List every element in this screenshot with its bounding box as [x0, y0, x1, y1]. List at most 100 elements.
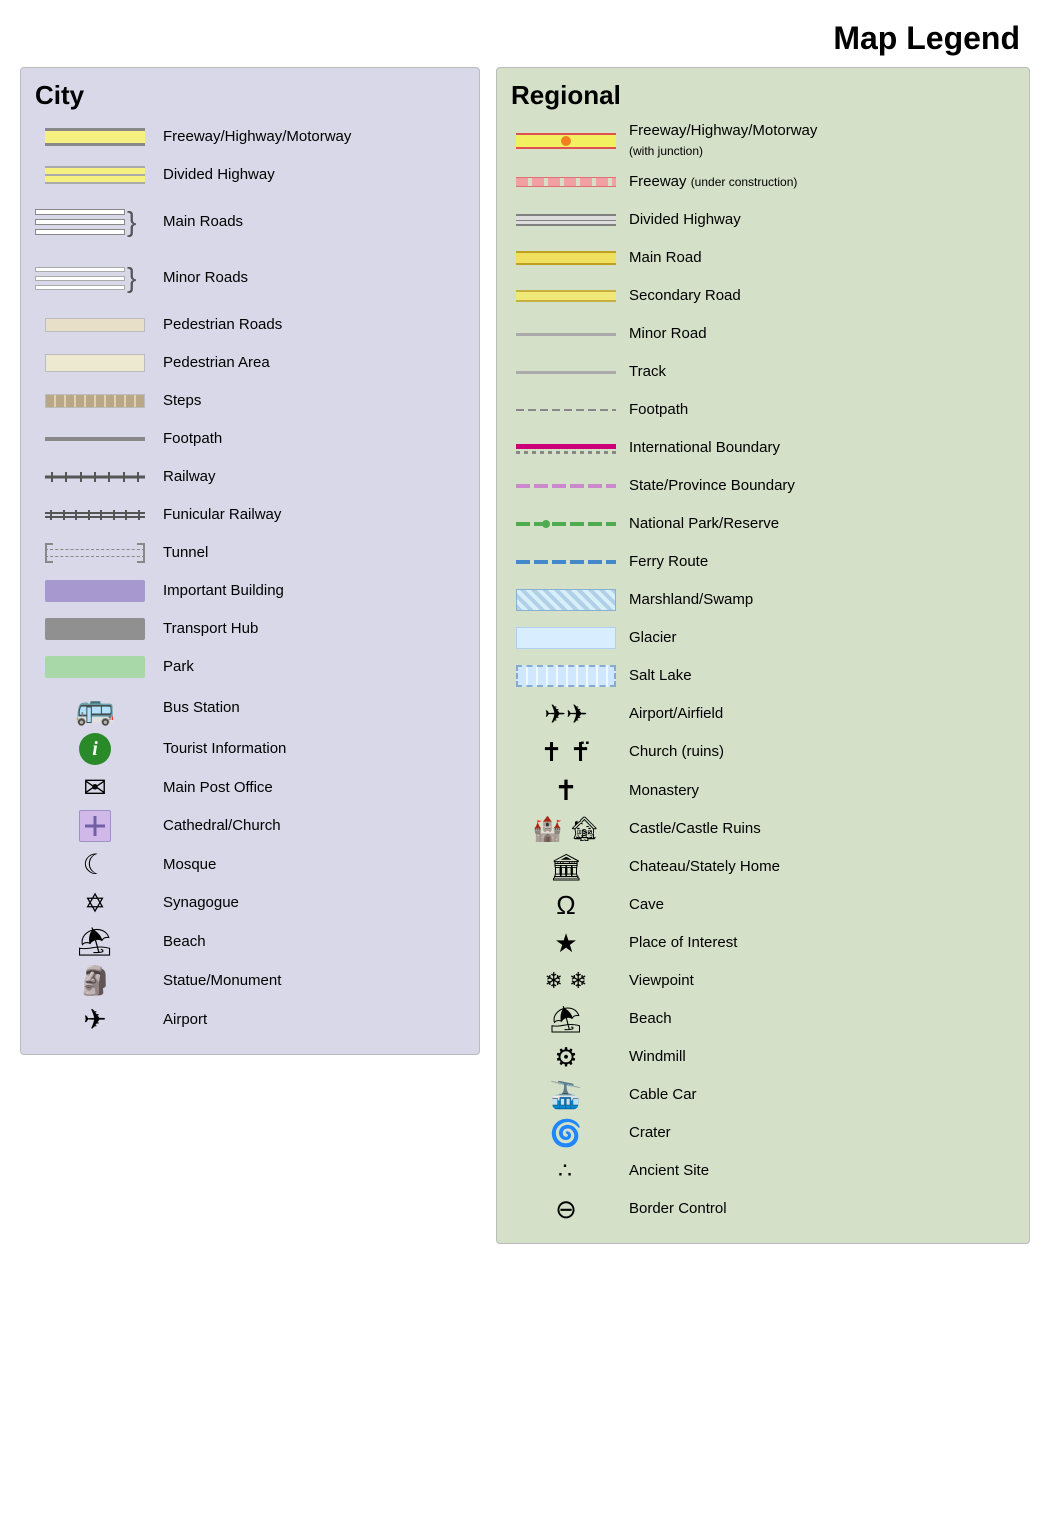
pedestrian-area-label: Pedestrian Area: [155, 353, 270, 373]
city-heading: City: [35, 80, 465, 111]
reg-beach-icon: ⛱: [549, 1004, 582, 1035]
bus-station-symbol: 🚌: [35, 689, 155, 727]
reg-minor-icon: [516, 333, 616, 336]
reg-airport-symbol: ✈✈: [511, 699, 621, 730]
railway-icon: [45, 472, 145, 482]
list-item: Glacier: [511, 622, 1015, 654]
minor-roads-symbol: }: [35, 264, 155, 292]
main-roads-lines: [35, 209, 125, 235]
list-item: 🗿 Statue/Monument: [35, 964, 465, 997]
reg-track-symbol: [511, 371, 621, 374]
reg-ferry-icon: [516, 560, 616, 564]
reg-marsh-icon: [516, 589, 616, 611]
ftick: [63, 510, 65, 520]
steps-label: Steps: [155, 391, 201, 411]
reg-marsh-symbol: [511, 589, 621, 611]
important-building-icon: [45, 580, 145, 602]
reg-natpark-icon: [516, 516, 616, 532]
list-item: Track: [511, 356, 1015, 388]
ftick: [113, 510, 115, 520]
list-item: ✝ Monastery: [511, 774, 1015, 807]
main-roads-label: Main Roads: [155, 212, 243, 232]
bus-station-label: Bus Station: [155, 698, 240, 718]
reg-border-symbol: ⊖: [511, 1194, 621, 1225]
reg-cablecar-label: Cable Car: [621, 1085, 697, 1105]
reg-intl-boundary-icon: [516, 442, 616, 454]
minor-roads-label: Minor Roads: [155, 268, 248, 288]
list-item: ✝ ✝̈ Church (ruins): [511, 736, 1015, 768]
page: Map Legend City Freeway/Highway/Motorway…: [0, 0, 1050, 1264]
ftick: [88, 510, 90, 520]
important-building-label: Important Building: [155, 581, 284, 601]
list-item: ☾ Mosque: [35, 848, 465, 881]
reg-chateau-label: Chateau/Stately Home: [621, 857, 780, 877]
ftick: [75, 510, 77, 520]
reg-track-label: Track: [621, 362, 666, 382]
list-item: Ferry Route: [511, 546, 1015, 578]
freeway-label: Freeway/Highway/Motorway: [155, 127, 351, 147]
main-road-line3: [35, 229, 125, 235]
statue-symbol: 🗿: [35, 964, 155, 997]
transport-hub-label: Transport Hub: [155, 619, 258, 639]
divided-road-icon: [45, 166, 145, 184]
railway-ticks: [45, 472, 145, 482]
tick: [80, 472, 82, 482]
main-road-line1: [35, 209, 125, 215]
reg-crater-icon: 🌀: [550, 1118, 582, 1149]
reg-monastery-icon: ✝: [554, 774, 577, 807]
reg-chateau-symbol: 🏛: [511, 852, 621, 883]
ftick: [138, 510, 140, 520]
tourist-info-symbol: i: [35, 733, 155, 765]
reg-footpath-label: Footpath: [621, 400, 688, 420]
reg-cablecar-symbol: 🚠: [511, 1080, 621, 1111]
regional-heading: Regional: [511, 80, 1015, 111]
reg-divided-icon: [516, 214, 616, 226]
pedestrian-roads-icon: [45, 318, 145, 332]
tunnel-icon: [45, 543, 145, 563]
footpath-symbol: [35, 433, 155, 445]
list-item: ❄ ❄ Viewpoint: [511, 965, 1015, 997]
reg-natpark-symbol: [511, 516, 621, 532]
important-building-symbol: [35, 580, 155, 602]
list-item: Footpath: [35, 423, 465, 455]
reg-freeway-symbol: [511, 133, 621, 149]
list-item: Divided Highway: [35, 159, 465, 191]
reg-divided-label: Divided Highway: [621, 210, 741, 230]
funicular-label: Funicular Railway: [155, 505, 281, 525]
list-item: 🚠 Cable Car: [511, 1079, 1015, 1111]
reg-windmill-icon: ⚙: [554, 1042, 577, 1073]
reg-windmill-label: Windmill: [621, 1047, 686, 1067]
minor-road-line1: [35, 267, 125, 272]
steps-symbol: [35, 394, 155, 408]
tick: [51, 472, 53, 482]
reg-minor-symbol: [511, 333, 621, 336]
list-item: Divided Highway: [511, 204, 1015, 236]
ftick: [50, 510, 52, 520]
tourist-info-icon: i: [79, 733, 111, 765]
page-title: Map Legend: [20, 20, 1030, 67]
bus-station-icon: 🚌: [75, 689, 115, 727]
reg-secondary-icon: [516, 290, 616, 302]
reg-freeway-label: Freeway/Highway/Motorway(with junction): [621, 121, 817, 160]
reg-glacier-label: Glacier: [621, 628, 677, 648]
list-item: Pedestrian Roads: [35, 309, 465, 341]
airport-city-icon: ✈: [83, 1003, 106, 1036]
list-item: Railway: [35, 461, 465, 493]
list-item: Funicular Railway: [35, 499, 465, 531]
list-item: ∴ Ancient Site: [511, 1155, 1015, 1187]
reg-secondary-symbol: [511, 290, 621, 302]
list-item: Secondary Road: [511, 280, 1015, 312]
reg-poi-icon: ★: [554, 928, 577, 959]
freeway-road-icon: [45, 128, 145, 146]
synagogue-symbol: ✡: [35, 888, 155, 919]
reg-cave-symbol: Ω: [511, 890, 621, 921]
reg-state-boundary-label: State/Province Boundary: [621, 476, 795, 496]
list-item: National Park/Reserve: [511, 508, 1015, 540]
reg-castle-symbol: 🏰 🏚: [511, 815, 621, 844]
cathedral-symbol: [35, 810, 155, 842]
footpath-icon: [45, 437, 145, 441]
reg-main-road-icon: [516, 251, 616, 265]
list-item: i Tourist Information: [35, 733, 465, 765]
reg-poi-label: Place of Interest: [621, 933, 737, 953]
ib-dots-line: [516, 451, 616, 454]
